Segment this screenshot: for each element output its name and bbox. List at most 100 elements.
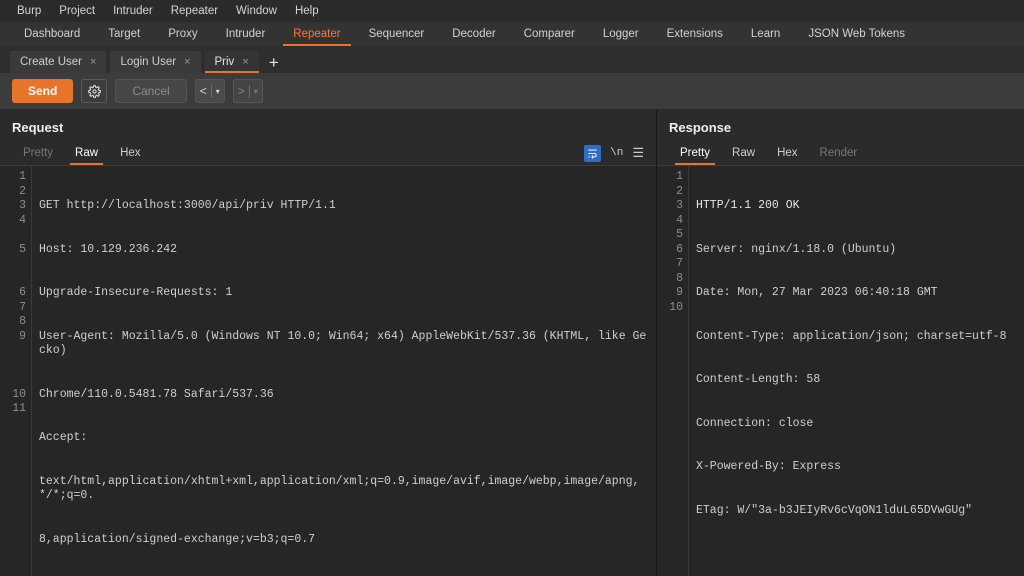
response-line: HTTP/1.1 200 OK [696, 199, 800, 212]
repeater-tab-login-user[interactable]: Login User × [110, 51, 201, 73]
response-tab-raw[interactable]: Raw [721, 141, 766, 165]
line-number: 1 [676, 170, 683, 183]
line-number: 11 [12, 402, 26, 415]
response-line [696, 547, 1018, 562]
request-tab-pretty[interactable]: Pretty [12, 141, 64, 165]
response-line: X-Powered-By: Express [696, 460, 841, 473]
close-icon[interactable]: × [90, 56, 96, 68]
request-line: 8,application/signed-exchange;v=b3;q=0.7 [39, 532, 316, 546]
request-line: text/html,application/xhtml+xml,applicat… [39, 474, 640, 503]
chevron-down-icon[interactable]: ▾ [254, 87, 258, 96]
response-tab-pretty[interactable]: Pretty [669, 141, 721, 165]
response-body-text[interactable]: HTTP/1.1 200 OK Server: nginx/1.18.0 (Ub… [689, 166, 1024, 576]
tab-learn[interactable]: Learn [737, 22, 794, 46]
line-number: 7 [676, 257, 683, 270]
menu-item-window[interactable]: Window [227, 0, 286, 22]
tab-logger[interactable]: Logger [589, 22, 653, 46]
gear-icon [87, 84, 101, 98]
line-number: 7 [19, 300, 26, 314]
line-number [0, 272, 26, 287]
line-number: 10 [12, 387, 26, 401]
response-line: ETag: W/"3a-b3JEIyRv6cVqON1lduL65DVwGUg" [696, 503, 973, 517]
menu-item-help[interactable]: Help [286, 0, 328, 22]
response-editor[interactable]: 1 2 3 4 5 6 7 8 9 10 HTTP/1.1 200 OK Ser… [657, 166, 1024, 576]
response-line: Date: Mon, 27 Mar 2023 06:40:18 GMT [696, 286, 938, 299]
chevron-down-icon[interactable]: ▾ [216, 87, 220, 96]
line-number: 2 [676, 184, 683, 198]
line-number [0, 373, 26, 388]
tab-target[interactable]: Target [94, 22, 154, 46]
response-line: Content-Type: application/json; charset=… [696, 329, 1007, 343]
show-newlines-button[interactable]: \n [610, 147, 623, 159]
cancel-button[interactable]: Cancel [115, 79, 187, 103]
line-number [0, 344, 26, 359]
request-tab-raw[interactable]: Raw [64, 141, 109, 165]
response-line: Server: nginx/1.18.0 (Ubuntu) [696, 242, 897, 256]
response-line: Content-Length: 58 [696, 373, 821, 386]
repeater-action-bar: Send Cancel < ▾ > ▾ [0, 73, 1024, 110]
request-line: Upgrade-Insecure-Requests: 1 [39, 286, 233, 299]
line-number: 10 [669, 300, 683, 314]
request-view-tabs: Pretty Raw Hex \n ☰ [0, 141, 656, 166]
response-view-tabs: Pretty Raw Hex Render [657, 141, 1024, 166]
divider [210, 84, 212, 98]
menu-item-project[interactable]: Project [50, 0, 104, 22]
line-number: 9 [19, 329, 26, 343]
tab-repeater[interactable]: Repeater [279, 22, 354, 46]
forward-chevron-icon: > [237, 84, 245, 98]
request-panel-title: Request [0, 110, 656, 141]
tab-json-web-tokens[interactable]: JSON Web Tokens [794, 22, 919, 46]
line-number: 3 [19, 199, 26, 212]
response-line-numbers: 1 2 3 4 5 6 7 8 9 10 [657, 166, 689, 576]
menu-item-repeater[interactable]: Repeater [162, 0, 227, 22]
request-editor[interactable]: 1 2 3 4 5 6 7 8 9 10 11 GET http://local… [0, 166, 656, 576]
response-tab-render[interactable]: Render [809, 141, 869, 165]
request-line: Accept: [39, 431, 88, 444]
back-chevron-icon: < [199, 84, 207, 98]
menu-bar: Burp Project Intruder Repeater Window He… [0, 0, 1024, 22]
request-tools: \n ☰ [584, 144, 656, 162]
tab-dashboard[interactable]: Dashboard [10, 22, 94, 46]
add-tab-button[interactable]: + [263, 49, 287, 73]
response-tab-hex[interactable]: Hex [766, 141, 808, 165]
repeater-tab-label: Create User [20, 56, 82, 68]
line-number: 4 [19, 213, 26, 227]
repeater-tab-create-user[interactable]: Create User × [10, 51, 107, 73]
line-number [0, 257, 26, 272]
request-tab-hex[interactable]: Hex [109, 141, 151, 165]
response-panel-title: Response [657, 110, 1024, 141]
tab-extensions[interactable]: Extensions [653, 22, 737, 46]
request-line: GET http://localhost:3000/api/priv HTTP/… [39, 199, 336, 212]
settings-button[interactable] [81, 79, 108, 103]
hamburger-menu-icon[interactable]: ☰ [632, 145, 644, 161]
line-number: 5 [676, 228, 683, 241]
repeater-tab-label: Login User [120, 56, 177, 68]
previous-request-button[interactable]: < ▾ [194, 79, 225, 103]
word-wrap-icon[interactable] [584, 144, 602, 162]
tab-proxy[interactable]: Proxy [154, 22, 211, 46]
wrap-glyph [588, 149, 597, 159]
burp-suite-window: Burp Project Intruder Repeater Window He… [0, 0, 1024, 576]
line-number: 4 [676, 213, 683, 227]
request-line: Chrome/110.0.5481.78 Safari/537.36 [39, 387, 274, 401]
menu-item-intruder[interactable]: Intruder [104, 0, 162, 22]
tab-decoder[interactable]: Decoder [438, 22, 509, 46]
close-icon[interactable]: × [242, 56, 248, 68]
tab-intruder[interactable]: Intruder [212, 22, 280, 46]
editor-panels: Request Pretty Raw Hex \n ☰ 1 2 3 4 5 6 … [0, 110, 1024, 576]
line-number: 3 [676, 199, 683, 212]
line-number: 6 [676, 242, 683, 256]
tab-comparer[interactable]: Comparer [510, 22, 589, 46]
request-line: User-Agent: Mozilla/5.0 (Windows NT 10.0… [39, 329, 647, 358]
line-number: 5 [19, 242, 26, 256]
line-number: 6 [19, 286, 26, 299]
next-request-button[interactable]: > ▾ [232, 79, 263, 103]
request-raw-text[interactable]: GET http://localhost:3000/api/priv HTTP/… [32, 166, 656, 576]
close-icon[interactable]: × [184, 56, 190, 68]
response-line: Connection: close [696, 416, 814, 430]
tab-sequencer[interactable]: Sequencer [355, 22, 439, 46]
main-tab-bar: Dashboard Target Proxy Intruder Repeater… [0, 22, 1024, 47]
repeater-tab-priv[interactable]: Priv × [204, 51, 260, 73]
send-button[interactable]: Send [12, 79, 74, 103]
menu-item-burp[interactable]: Burp [8, 0, 50, 22]
